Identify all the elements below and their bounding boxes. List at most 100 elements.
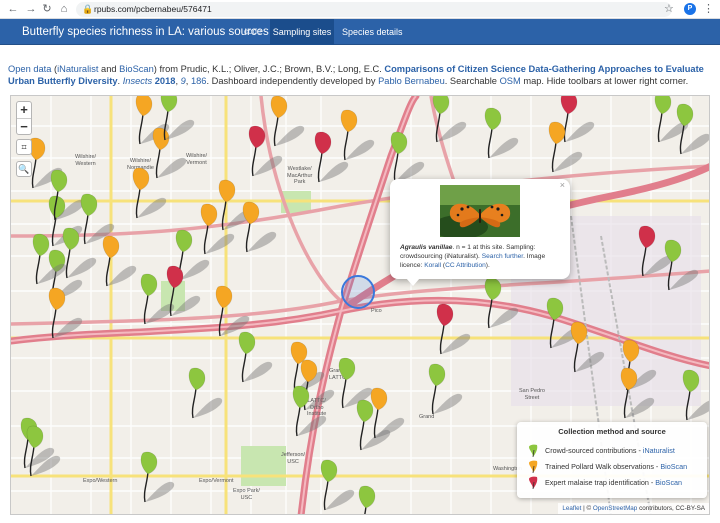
- legend-label-2: Trained Pollard Walk observations - BioS…: [545, 462, 687, 471]
- site-marker[interactable]: [611, 366, 657, 422]
- code-button[interactable]: code: [236, 19, 269, 45]
- leaf-icon: [314, 131, 332, 155]
- site-marker[interactable]: [157, 264, 203, 320]
- butterfly-photo[interactable]: [440, 185, 520, 237]
- home-icon[interactable]: ⌂: [57, 2, 71, 16]
- marker-shadow: [157, 157, 187, 178]
- osm-link[interactable]: OSM: [500, 76, 521, 86]
- zoom-in-button[interactable]: +: [17, 102, 31, 118]
- marker-stem: [435, 111, 441, 143]
- marker-shadow: [575, 351, 605, 372]
- species-name: Agraulis vanillae: [400, 244, 453, 251]
- site-marker[interactable]: [151, 95, 197, 144]
- marker-shadow: [247, 231, 277, 252]
- reload-icon[interactable]: ↻: [40, 2, 54, 16]
- paper-pages: 186: [190, 76, 207, 86]
- site-marker[interactable]: [305, 130, 351, 186]
- leaf-icon: [80, 193, 98, 217]
- site-marker[interactable]: [283, 384, 329, 440]
- leaflet-map[interactable]: Wilshire/Western Wilshire/Normandie Wils…: [10, 95, 710, 515]
- leaf-icon: [548, 121, 566, 145]
- leaf-icon: [50, 169, 68, 193]
- marker-stem: [685, 389, 691, 421]
- marker-stem: [169, 285, 175, 317]
- site-marker[interactable]: [561, 320, 607, 376]
- site-marker[interactable]: [361, 386, 407, 442]
- inaturalist-link[interactable]: iNaturalist: [57, 64, 98, 74]
- profile-avatar[interactable]: P: [684, 3, 696, 15]
- site-marker[interactable]: [673, 368, 710, 424]
- popup-description: Agraulis vanillae. n = 1 at this site. S…: [400, 243, 564, 270]
- site-marker[interactable]: [23, 232, 69, 288]
- marker-stem: [105, 255, 111, 287]
- site-marker[interactable]: [39, 286, 85, 342]
- leaf-icon: [215, 285, 233, 309]
- marker-stem: [393, 151, 399, 183]
- site-marker[interactable]: [71, 192, 117, 248]
- site-marker[interactable]: [179, 366, 225, 422]
- marker-shadow: [31, 455, 61, 476]
- leaflet-link[interactable]: Leaflet: [562, 505, 581, 512]
- leaf-icon: [188, 367, 206, 391]
- tab-species-details[interactable]: Species details: [334, 19, 411, 45]
- legend-inaturalist-link[interactable]: iNaturalist: [643, 446, 675, 455]
- leaf-icon: [484, 107, 502, 131]
- desc-text-6: . Searchable: [444, 76, 500, 86]
- marker-stem: [431, 383, 437, 415]
- marker-shadow: [37, 263, 67, 284]
- marker-shadow: [375, 417, 405, 438]
- leaf-icon: [175, 229, 193, 253]
- leaf-icon: [370, 387, 388, 411]
- close-icon[interactable]: ×: [560, 180, 565, 190]
- legend-label-1: Crowd-sourced contributions - iNaturalis…: [545, 446, 675, 455]
- site-marker[interactable]: [539, 120, 585, 176]
- species-popup: × Agraulis vanillae. n = 1 at this site.…: [390, 179, 570, 286]
- zoom-out-button[interactable]: −: [17, 118, 31, 134]
- site-marker[interactable]: [423, 95, 469, 146]
- osm-attrib-link[interactable]: OpenStreetMap: [593, 505, 637, 512]
- site-marker[interactable]: [349, 484, 395, 515]
- marker-stem: [191, 387, 197, 419]
- address-bar[interactable]: 🔒 rpubs.com/pcbernabeu/576471: [76, 2, 672, 17]
- leaf-icon: [340, 109, 358, 133]
- site-marker[interactable]: [233, 200, 279, 256]
- site-marker[interactable]: [131, 450, 177, 506]
- label-expo-park: Expo Park/USC: [233, 488, 260, 501]
- author-link[interactable]: Pablo Bernabeu: [378, 76, 445, 86]
- site-marker[interactable]: [17, 424, 63, 480]
- site-marker[interactable]: [655, 238, 701, 294]
- site-marker[interactable]: [419, 362, 465, 418]
- menu-kebab-icon[interactable]: ⋮: [703, 2, 714, 16]
- marker-stem: [679, 123, 685, 155]
- leaf-icon: [338, 357, 356, 381]
- legend-bioscan-link-1[interactable]: BioScan: [660, 462, 687, 471]
- tab-sampling-sites[interactable]: Sampling sites: [270, 19, 334, 45]
- open-data-link[interactable]: Open data: [8, 64, 51, 74]
- label-san-pedro: San Pedro Street: [519, 388, 545, 401]
- back-icon[interactable]: ←: [6, 2, 20, 16]
- leaf-icon: [676, 103, 694, 127]
- marker-stem: [341, 377, 347, 409]
- bioscan-link[interactable]: BioScan: [119, 64, 154, 74]
- desc-text-7: map. Hide toolbars at lower right corner…: [520, 76, 689, 86]
- legend-bioscan-link-2[interactable]: BioScan: [655, 478, 682, 487]
- search-icon[interactable]: 🔍: [16, 161, 32, 177]
- fullscreen-button[interactable]: ⌗: [16, 139, 32, 155]
- site-marker[interactable]: [229, 330, 275, 386]
- korall-link[interactable]: Korall: [424, 262, 441, 269]
- forward-icon[interactable]: →: [24, 2, 38, 16]
- browser-toolbar: ← → ↻ ⌂ 🔒 rpubs.com/pcbernabeu/576471 ☆ …: [0, 0, 720, 19]
- site-marker[interactable]: [239, 124, 285, 180]
- site-marker[interactable]: [427, 302, 473, 358]
- marker-stem: [667, 259, 673, 291]
- site-marker[interactable]: [381, 130, 427, 186]
- site-marker[interactable]: [667, 102, 710, 158]
- marker-stem: [143, 293, 149, 325]
- bookmark-star-icon[interactable]: ☆: [664, 2, 674, 16]
- site-marker[interactable]: [475, 106, 521, 162]
- journal-name: Insects: [122, 76, 153, 86]
- marker-shadow: [253, 155, 283, 176]
- cc-attribution-link[interactable]: CC Attribution: [445, 262, 486, 269]
- site-marker[interactable]: [475, 276, 521, 332]
- search-further-link[interactable]: Search further: [482, 253, 523, 260]
